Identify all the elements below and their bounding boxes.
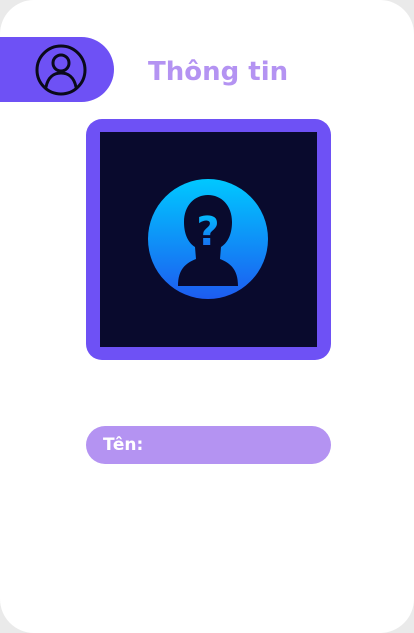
avatar-frame[interactable]: ? [86, 119, 331, 360]
name-label: Tên: [103, 435, 144, 455]
name-field[interactable]: Tên: [86, 426, 331, 464]
page-title: Thông tin [148, 57, 289, 87]
avatar-image: ? [100, 132, 317, 347]
question-mark-glyph: ? [196, 209, 219, 255]
unknown-person-icon: ? [148, 179, 268, 299]
user-circle-icon[interactable] [35, 44, 87, 96]
profile-card: Thông tin ? Tên: [0, 0, 414, 633]
